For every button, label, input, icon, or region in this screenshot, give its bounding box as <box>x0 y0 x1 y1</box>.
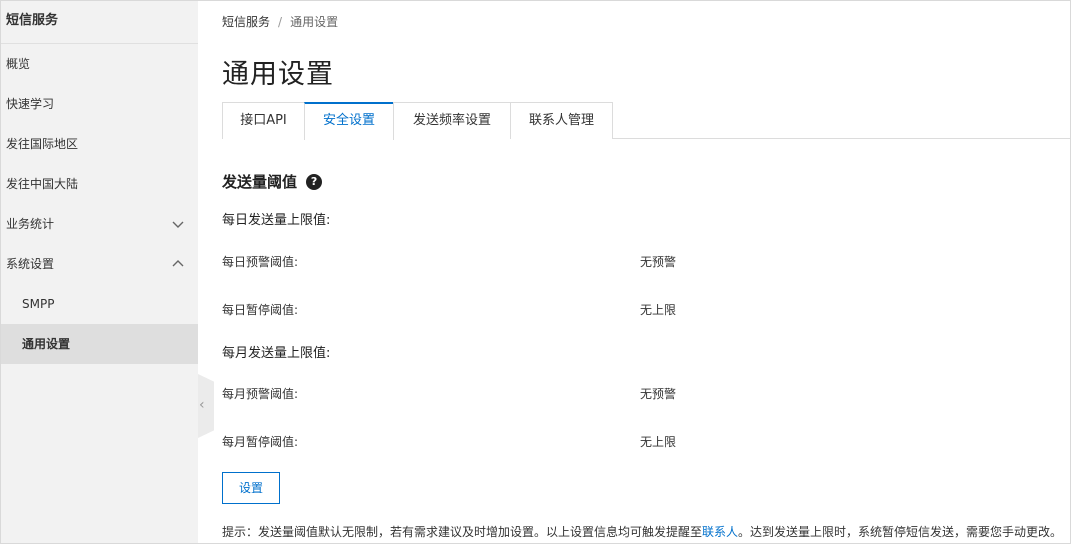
help-icon[interactable]: ? <box>306 173 323 190</box>
sidebar-item-label: 系统设置 <box>6 257 55 271</box>
daily-warning-value: 无预警 <box>640 255 677 269</box>
monthly-limit-label: 每月发送量上限值: <box>222 346 331 361</box>
tip-text-after: 。达到发送量上限时，系统暂停短信发送，需要您手动更改。 <box>738 525 1063 539</box>
sidebar-item-system-settings[interactable]: 系统设置 <box>1 244 198 284</box>
sidebar-item-label: SMPP <box>22 297 55 311</box>
breadcrumb-current: 通用设置 <box>290 15 339 29</box>
section-title: 发送量阈值 ? <box>222 171 323 192</box>
sidebar-item-international[interactable]: 发往国际地区 <box>1 124 198 164</box>
daily-warning-label: 每日预警阈值: <box>222 255 299 269</box>
breadcrumb-separator: / <box>278 15 283 29</box>
monthly-warning-label: 每月预警阈值: <box>222 387 299 401</box>
page-title: 通用设置 <box>222 59 334 90</box>
sidebar: 短信服务 概览 快速学习 发往国际地区 发往中国大陆 业务统计 系统设置 SMP… <box>1 1 198 543</box>
sidebar-item-smpp[interactable]: SMPP <box>1 284 198 324</box>
chevron-down-icon <box>172 218 184 230</box>
chevron-up-icon <box>172 258 184 270</box>
monthly-warning-value: 无预警 <box>640 387 677 401</box>
sidebar-title: 短信服务 <box>1 1 198 44</box>
set-button[interactable]: 设置 <box>222 472 280 504</box>
sidebar-item-quick-start[interactable]: 快速学习 <box>1 84 198 124</box>
sidebar-item-label: 发往国际地区 <box>6 137 79 151</box>
tab-contacts[interactable]: 联系人管理 <box>510 102 613 139</box>
sidebar-item-overview[interactable]: 概览 <box>1 44 198 84</box>
sidebar-item-label: 业务统计 <box>6 217 55 231</box>
sidebar-item-mainland-china[interactable]: 发往中国大陆 <box>1 164 198 204</box>
chevron-left-icon: ‹ <box>199 397 205 413</box>
section-title-text: 发送量阈值 <box>222 173 298 191</box>
main-content: 短信服务 / 通用设置 通用设置 接口API 安全设置 发送频率设置 联系人管理 发… <box>222 1 1070 543</box>
daily-limit-label: 每日发送量上限值: <box>222 213 331 228</box>
daily-pause-label: 每日暂停阈值: <box>222 303 299 317</box>
sidebar-collapse-handle[interactable]: ‹ <box>198 374 214 438</box>
tip-text-before: 提示：发送量阈值默认无限制，若有需求建议及时增加设置。以上设置信息均可触发提醒至 <box>222 525 703 539</box>
app-window: 短信服务 概览 快速学习 发往国际地区 发往中国大陆 业务统计 系统设置 SMP… <box>0 0 1071 544</box>
sidebar-item-label: 快速学习 <box>6 97 55 111</box>
breadcrumb-root[interactable]: 短信服务 <box>222 15 270 29</box>
sidebar-item-label: 发往中国大陆 <box>6 177 79 191</box>
monthly-pause-value: 无上限 <box>640 435 677 449</box>
tab-api[interactable]: 接口API <box>222 102 305 139</box>
contacts-link[interactable]: 联系人 <box>702 525 738 539</box>
sidebar-item-label: 概览 <box>6 57 31 71</box>
sidebar-item-general-settings[interactable]: 通用设置 <box>1 324 198 364</box>
daily-pause-value: 无上限 <box>640 303 677 317</box>
tab-security-settings[interactable]: 安全设置 <box>304 102 394 140</box>
tab-send-frequency[interactable]: 发送频率设置 <box>393 102 511 139</box>
breadcrumb: 短信服务 / 通用设置 <box>222 13 338 30</box>
tip-text: 提示：发送量阈值默认无限制，若有需求建议及时增加设置。以上设置信息均可触发提醒至… <box>222 523 1062 540</box>
monthly-pause-label: 每月暂停阈值: <box>222 435 299 449</box>
tab-bar: 接口API 安全设置 发送频率设置 联系人管理 <box>222 102 1070 140</box>
sidebar-item-label: 通用设置 <box>22 337 71 351</box>
sidebar-item-business-stats[interactable]: 业务统计 <box>1 204 198 244</box>
